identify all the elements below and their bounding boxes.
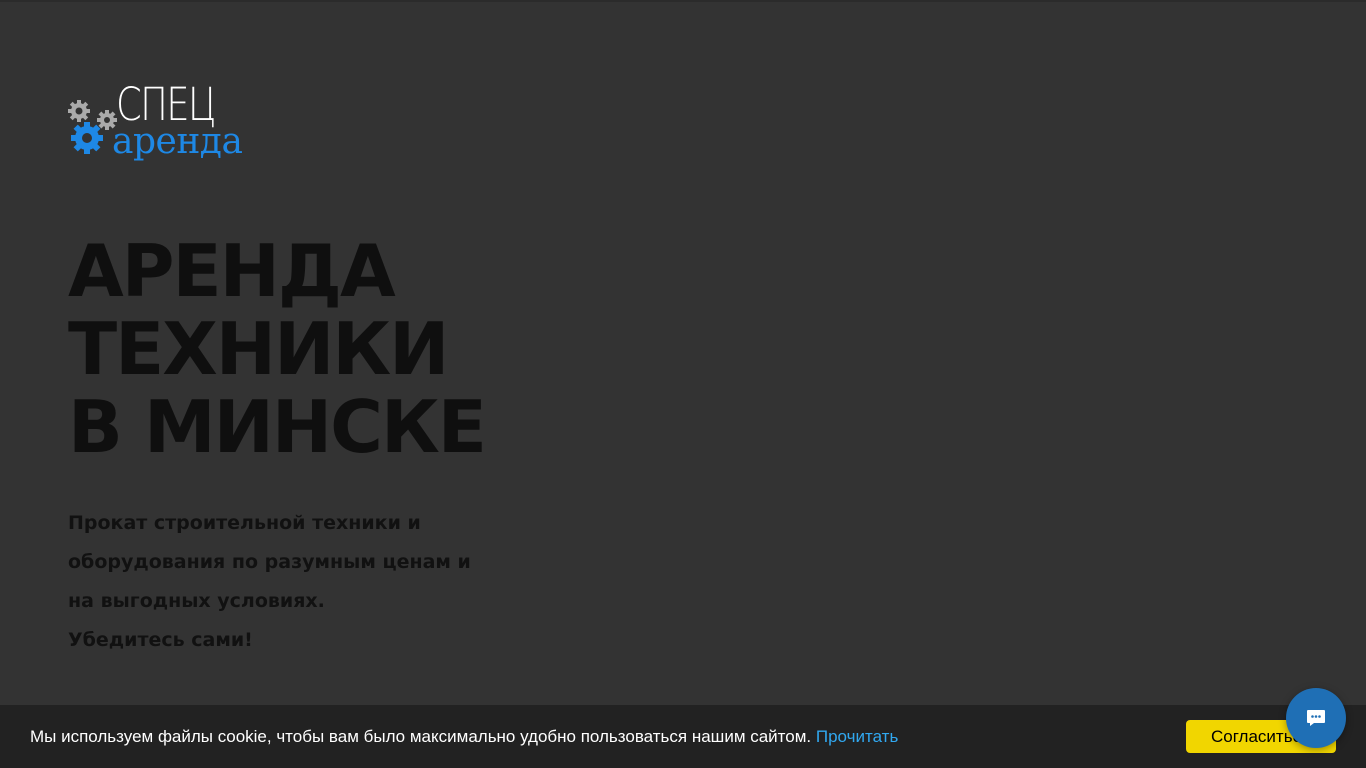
subtext-line: оборудования по разумным ценам и	[68, 551, 471, 573]
page: СПЕЦ аренда АРЕНДА ТЕХНИКИ В МИНСКЕ Прок…	[0, 0, 1366, 768]
chat-bubble-icon	[1307, 710, 1325, 726]
hero-subtext: Прокат строительной техники и оборудован…	[68, 504, 488, 660]
headline-line: ТЕХНИКИ	[68, 307, 449, 391]
headline-line: АРЕНДА	[68, 229, 396, 313]
chat-widget-button[interactable]	[1286, 688, 1346, 748]
cookie-read-more-link[interactable]: Прочитать	[816, 727, 898, 746]
cookie-message-text: Мы используем файлы cookie, чтобы вам бы…	[30, 727, 816, 746]
cookie-consent-bar: Мы используем файлы cookie, чтобы вам бы…	[0, 705, 1366, 768]
hero-headline: АРЕНДА ТЕХНИКИ В МИНСКЕ	[68, 229, 487, 469]
subtext-line: на выгодных условиях.	[68, 590, 325, 612]
subtext-line: Убедитесь сами!	[68, 629, 253, 651]
headline-line: В МИНСКЕ	[68, 385, 487, 469]
subtext-line: Прокат строительной техники и	[68, 512, 421, 534]
top-border	[0, 0, 1366, 2]
cookie-message: Мы используем файлы cookie, чтобы вам бы…	[30, 727, 898, 747]
site-logo[interactable]: СПЕЦ аренда	[68, 82, 243, 168]
logo-brand-bottom: аренда	[112, 121, 243, 162]
